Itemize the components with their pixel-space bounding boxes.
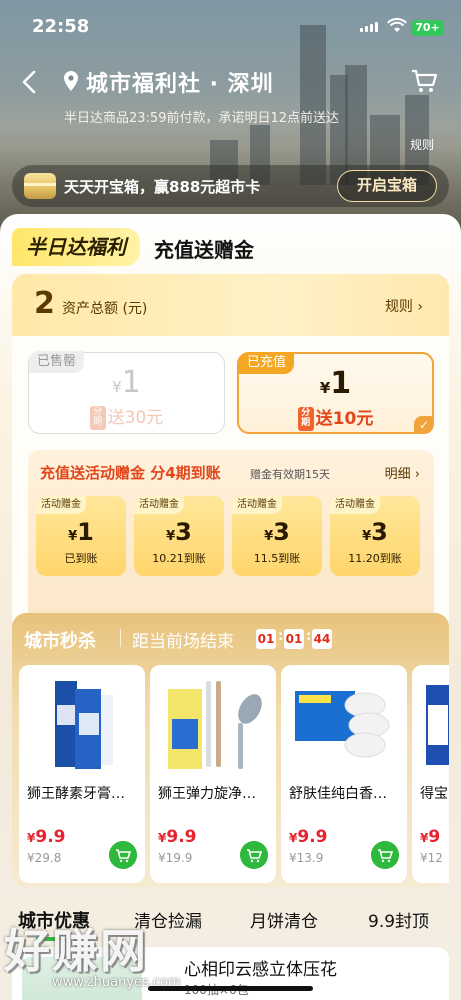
add-to-cart-icon[interactable] [240,841,268,869]
gift-card: 活动赠金 ¥3 11.20到账 [330,496,420,576]
flash-sale-subtitle: 距当前场结束 [132,632,234,652]
countdown-separator: : [306,629,312,644]
gift-card-tag: 活动赠金 [134,496,184,514]
rules-link[interactable]: 规则 [410,136,434,153]
watermark-text: 好赚网 [4,924,148,978]
asset-total-value: 2 [34,286,55,321]
add-to-cart-icon[interactable] [109,841,137,869]
shopping-cart-icon[interactable] [410,68,438,94]
product-name: 狮王酵素牙膏… [27,786,125,802]
installment-badge: 分期 [297,407,314,431]
product-price: ¥9.9 [289,827,328,847]
gift-card-amount: ¥3 [362,518,388,546]
countdown-separator: : [278,629,284,644]
page-title: 城市福利社 · 深圳 [86,72,274,97]
top-nav: 城市福利社 · 深圳 [0,62,461,102]
home-indicator[interactable] [148,986,313,991]
gift-title: 充值送活动赠金 分4期到账 [40,464,221,482]
gift-card-amount: ¥3 [166,518,192,546]
gift-schedule: 充值送活动赠金 分4期到账 赠金有效期15天 明细 › 活动赠金 ¥1 已到账 … [28,450,434,638]
location-pin-icon [64,71,78,91]
product-original-price: ¥13.9 [289,851,324,865]
wifi-icon [387,18,407,32]
product-card[interactable]: 狮王弹力旋净… ¥9.9 ¥19.9 [150,665,276,883]
gift-card: 活动赠金 ¥3 11.5到账 [232,496,322,576]
product-price: ¥9.9 [27,827,66,847]
gift-card-date: 11.20到账 [348,552,402,565]
gift-card-tag: 活动赠金 [330,496,380,514]
asset-card: 2 资产总额 (元) 规则 › 已售罄 ¥1 分期 送30元 已充值 ¥1 分期送… [12,274,449,649]
countdown-seconds: 44 [312,629,332,649]
product-card[interactable]: 舒肤佳纯白香… ¥9.9 ¥13.9 [281,665,407,883]
toothbrush-image [168,681,262,769]
divider [120,629,121,647]
option-price: ¥1 [319,366,352,401]
product-original-price: ¥19.9 [158,851,193,865]
gift-detail-link[interactable]: 明细 › [385,463,420,482]
gift-card: 活动赠金 ¥1 已到账 [36,496,126,576]
gift-card-date: 10.21到账 [152,552,206,565]
flash-sale-section: 城市秒杀 距当前场结束 01 : 01 : 44 狮王酵素牙膏… ¥9.9 ¥2… [12,613,449,887]
gift-card: 活动赠金 ¥3 10.21到账 [134,496,224,576]
flash-sale-title: 城市秒杀 [24,631,96,652]
asset-header: 2 资产总额 (元) 规则 › [12,274,449,336]
tissue-image [426,685,449,765]
delivery-promise: 半日达商品23:59前付款，承诺明日12点前送达 [64,111,340,126]
treasure-banner[interactable]: 天天开宝箱，赢888元超市卡 开启宝箱 [12,165,449,207]
gift-validity: 赠金有效期15天 [250,468,330,481]
gift-card-date: 11.5到账 [253,552,301,565]
tab-mooncake[interactable]: 月饼清仓 [250,907,318,932]
product-name: 舒肤佳纯白香… [289,786,387,802]
recharge-option-sold-out[interactable]: 已售罄 ¥1 分期 送30元 [28,351,225,434]
product-name: 狮王弹力旋净… [158,786,256,802]
watermark: 好赚网 www.zhuanyes.com [4,915,181,990]
cellular-signal-icon [360,22,378,32]
product-name: 得宝… [420,786,449,802]
status-time: 22:58 [32,16,90,37]
product-price: ¥9.9 [158,827,197,847]
gift-card-tag: 活动赠金 [232,496,282,514]
tab-half-day-welfare[interactable]: 半日达福利 [12,228,140,266]
checkmark-icon: ✓ [414,416,434,434]
main-panel: 半日达福利 充值送赠金 2 资产总额 (元) 规则 › 已售罄 ¥1 分期 送30… [0,214,461,1000]
countdown-hours: 01 [256,629,276,649]
asset-rules-link[interactable]: 规则 › [385,296,423,316]
product-price: ¥9 [420,827,441,847]
treasure-text: 天天开宝箱，赢888元超市卡 [64,178,261,196]
asset-total-label: 资产总额 (元) [62,301,148,317]
back-arrow-icon[interactable] [18,68,42,96]
open-treasure-button[interactable]: 开启宝箱 [337,170,437,202]
countdown-minutes: 01 [284,629,304,649]
tab-under-9-9[interactable]: 9.9封顶 [368,907,429,932]
installment-badge: 分期 [89,406,106,430]
toothpaste-image [55,681,113,769]
gift-card-amount: ¥1 [68,518,94,546]
add-to-cart-icon[interactable] [371,841,399,869]
gift-card-date: 已到账 [64,552,98,565]
option-gift: 分期 送10元 [239,404,432,431]
recharge-option-selected[interactable]: 已充值 ¥1 分期 送10元 ✓ [237,352,434,434]
gift-card-tag: 活动赠金 [36,496,86,514]
soap-image [295,691,390,758]
option-price: ¥1 [112,365,141,400]
option-gift: 分期 送30元 [29,403,224,430]
gift-card-amount: ¥3 [264,518,290,546]
tab-recharge-gift[interactable]: 充值送赠金 [154,234,254,263]
treasure-chest-icon [24,173,56,199]
product-card[interactable]: 狮王酵素牙膏… ¥9.9 ¥29.8 [19,665,145,883]
battery-indicator: 70+ [411,20,444,36]
product-original-price: ¥29.8 [27,851,62,865]
product-original-price: ¥12 [420,851,443,865]
status-bar: 22:58 70+ [0,14,461,44]
product-title: 心相印云感立体压花 [184,960,337,980]
product-card[interactable]: 得宝… ¥9 ¥12 [412,665,449,883]
